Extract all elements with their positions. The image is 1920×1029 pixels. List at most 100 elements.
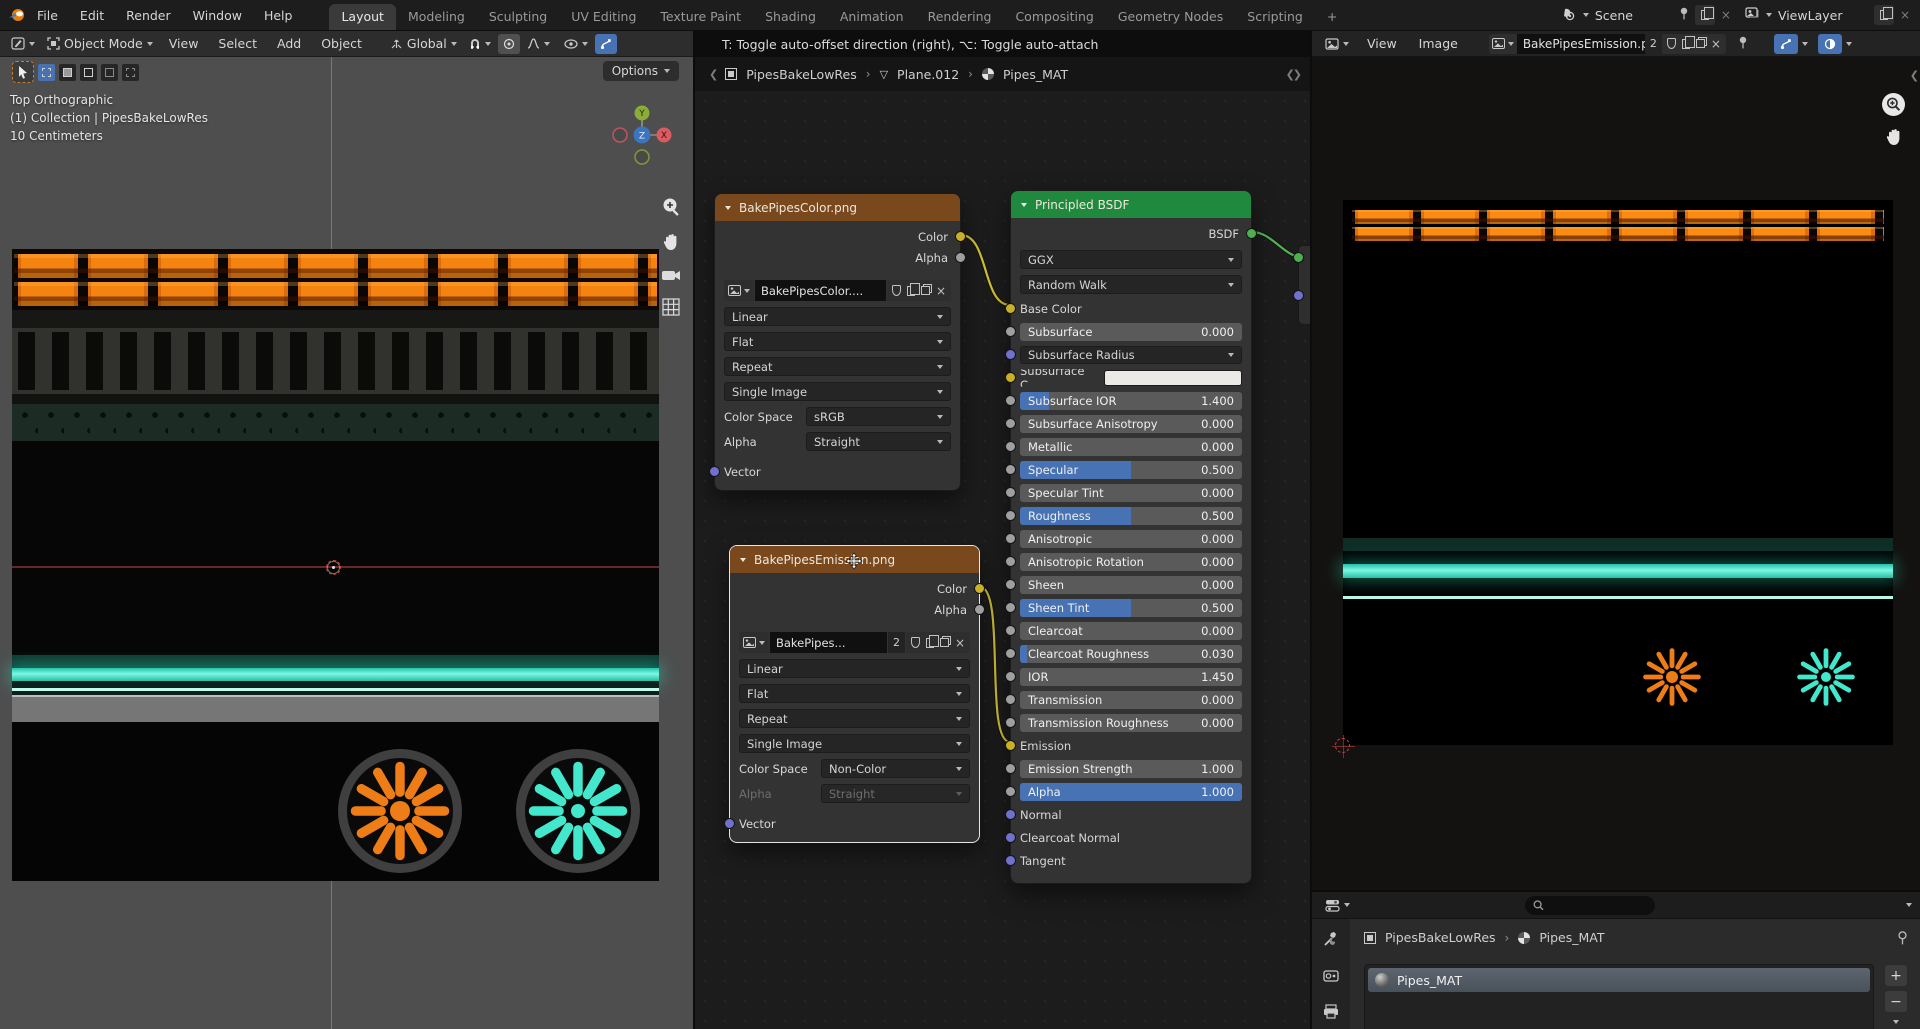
bsdf-row-sheen[interactable]: Sheen0.000	[1020, 576, 1242, 594]
viewlayer-remove-icon[interactable]: ×	[1900, 9, 1910, 21]
image-texture-node-emission[interactable]: BakePipesEmission.png Color Alpha BakePi…	[729, 545, 980, 843]
material-slot-row[interactable]: Pipes_MAT	[1368, 968, 1870, 992]
vector-input-socket[interactable]	[724, 818, 735, 829]
pan-hand-icon[interactable]	[662, 232, 680, 256]
material-output-node-partial[interactable]	[1298, 245, 1312, 325]
bsdf-row-transmission[interactable]: Transmission0.000	[1020, 691, 1242, 709]
zoom-icon[interactable]	[661, 197, 681, 221]
projection-dropdown[interactable]: Flat	[724, 332, 951, 351]
alpha-output-socket[interactable]	[974, 604, 985, 615]
metallic-input-socket[interactable]	[1005, 441, 1016, 452]
bsdf-row-specular-tint[interactable]: Specular Tint0.000	[1020, 484, 1242, 502]
menu-window[interactable]: Window	[182, 0, 253, 30]
transform-orientation-selector[interactable]: Global	[385, 34, 462, 54]
pack-image-icon[interactable]	[1696, 39, 1705, 48]
area-corner-icon[interactable]: ❮	[1910, 69, 1917, 82]
subsurface-method-dropdown[interactable]: Random Walk	[1020, 275, 1242, 294]
bsdf-row-subsurface-radius[interactable]: Subsurface Radius	[1020, 346, 1242, 364]
copy-datablock-icon[interactable]	[926, 638, 934, 648]
anisotropic-input-socket[interactable]	[1005, 533, 1016, 544]
grid-toggle-icon[interactable]	[662, 298, 680, 320]
pin-icon[interactable]	[1738, 36, 1748, 52]
ior-input-socket[interactable]	[1005, 671, 1016, 682]
blender-logo-icon[interactable]	[8, 8, 26, 22]
bsdf-row-alpha[interactable]: Alpha1.000	[1020, 783, 1242, 801]
tab-compositing[interactable]: Compositing	[1003, 4, 1105, 30]
area-corner-icon[interactable]: ❮	[709, 68, 716, 81]
select-mode-invert-button[interactable]	[101, 64, 118, 81]
sheen-tint-input-socket[interactable]	[1005, 602, 1016, 613]
alpha-mode-dropdown[interactable]: Straight	[806, 432, 951, 451]
baked-emission-image[interactable]	[1343, 200, 1893, 745]
pack-image-icon[interactable]	[921, 286, 930, 295]
overlays-visibility-button[interactable]	[559, 34, 593, 54]
surface-input-socket[interactable]	[1293, 252, 1304, 263]
source-dropdown[interactable]: Single Image	[724, 382, 951, 401]
tab-modeling[interactable]: Modeling	[396, 4, 477, 30]
image-menu-view[interactable]: View	[1358, 36, 1406, 51]
navigation-gizmo[interactable]: Y X Z	[610, 103, 674, 171]
tool-tab-icon[interactable]	[1323, 931, 1339, 951]
active-tool-tweak-button[interactable]	[12, 61, 34, 83]
anisotropic-rotation-input-socket[interactable]	[1005, 556, 1016, 567]
fake-user-icon[interactable]	[1667, 38, 1676, 49]
alpha-output-socket[interactable]	[955, 252, 966, 263]
add-workspace-button[interactable]: +	[1315, 4, 1349, 30]
scene-pin-icon[interactable]	[1679, 7, 1689, 23]
bsdf-row-subsurface[interactable]: Subsurface0.000	[1020, 323, 1242, 341]
breadcrumb-material[interactable]: Pipes_MAT	[1539, 930, 1604, 945]
bsdf-row-clearcoat-roughness[interactable]: Clearcoat Roughness0.030	[1020, 645, 1242, 663]
image-browse-button[interactable]	[1489, 34, 1517, 54]
select-mode-intersect-button[interactable]	[122, 64, 139, 81]
add-material-slot-button[interactable]: +	[1884, 964, 1908, 987]
bsdf-output-socket[interactable]	[1246, 228, 1257, 239]
scene-icon[interactable]	[1561, 7, 1577, 24]
menu-render[interactable]: Render	[115, 0, 182, 30]
pan-hand-icon[interactable]	[1885, 127, 1903, 151]
viewlayer-new-copy-button[interactable]	[1874, 5, 1894, 25]
mode-selector[interactable]: Object Mode	[42, 34, 158, 54]
display-channels-button[interactable]	[1818, 34, 1842, 54]
specular-input-socket[interactable]	[1005, 464, 1016, 475]
editor-type-button[interactable]	[1320, 34, 1354, 54]
specular-tint-input-socket[interactable]	[1005, 487, 1016, 498]
viewlayer-icon[interactable]	[1745, 7, 1760, 23]
pack-image-icon[interactable]	[940, 638, 949, 647]
header-options-chevron-icon[interactable]	[1906, 903, 1912, 907]
displacement-input-socket[interactable]	[1293, 290, 1304, 301]
bsdf-row-ior[interactable]: IOR1.450	[1020, 668, 1242, 686]
properties-search-input[interactable]	[1525, 896, 1655, 915]
image-name-field[interactable]: BakePipesEmission.png	[1517, 34, 1645, 54]
render-tab-icon[interactable]	[1323, 968, 1339, 987]
unlink-icon[interactable]: ×	[936, 285, 946, 297]
editor-type-button[interactable]	[6, 34, 40, 54]
collapse-icon[interactable]	[1021, 203, 1027, 207]
breadcrumb-material[interactable]: Pipes_MAT	[1003, 67, 1068, 82]
viewport-menu-select[interactable]: Select	[209, 36, 266, 51]
bsdf-row-specular[interactable]: Specular0.500	[1020, 461, 1242, 479]
emission-strength-input-socket[interactable]	[1005, 763, 1016, 774]
color-output-socket[interactable]	[955, 231, 966, 242]
clearcoat-normal-input-socket[interactable]	[1005, 832, 1016, 843]
sheen-input-socket[interactable]	[1005, 579, 1016, 590]
breadcrumb-object[interactable]: PipesBakeLowRes	[1385, 930, 1496, 945]
alpha-input-socket[interactable]	[1005, 786, 1016, 797]
viewport-menu-object[interactable]: Object	[312, 36, 371, 51]
users-count-badge[interactable]: 2	[888, 632, 905, 653]
interpolation-dropdown[interactable]: Linear	[739, 659, 970, 678]
tangent-input-socket[interactable]	[1005, 855, 1016, 866]
tab-rendering[interactable]: Rendering	[916, 4, 1004, 30]
emission-input-socket[interactable]	[1005, 740, 1016, 751]
breadcrumb-object[interactable]: PipesBakeLowRes	[746, 67, 857, 82]
tab-scripting[interactable]: Scripting	[1235, 4, 1315, 30]
bsdf-row-metallic[interactable]: Metallic0.000	[1020, 438, 1242, 456]
tab-texture-paint[interactable]: Texture Paint	[648, 4, 753, 30]
transmission-roughness-input-socket[interactable]	[1005, 717, 1016, 728]
extension-dropdown[interactable]: Repeat	[739, 709, 970, 728]
collapse-icon[interactable]	[740, 558, 746, 562]
viewport-menu-view[interactable]: View	[160, 36, 208, 51]
tab-animation[interactable]: Animation	[828, 4, 916, 30]
subsurface-ior-input-socket[interactable]	[1005, 395, 1016, 406]
subsurface-radius-input-socket[interactable]	[1005, 349, 1016, 360]
subsurface-color-swatch[interactable]	[1104, 370, 1242, 386]
